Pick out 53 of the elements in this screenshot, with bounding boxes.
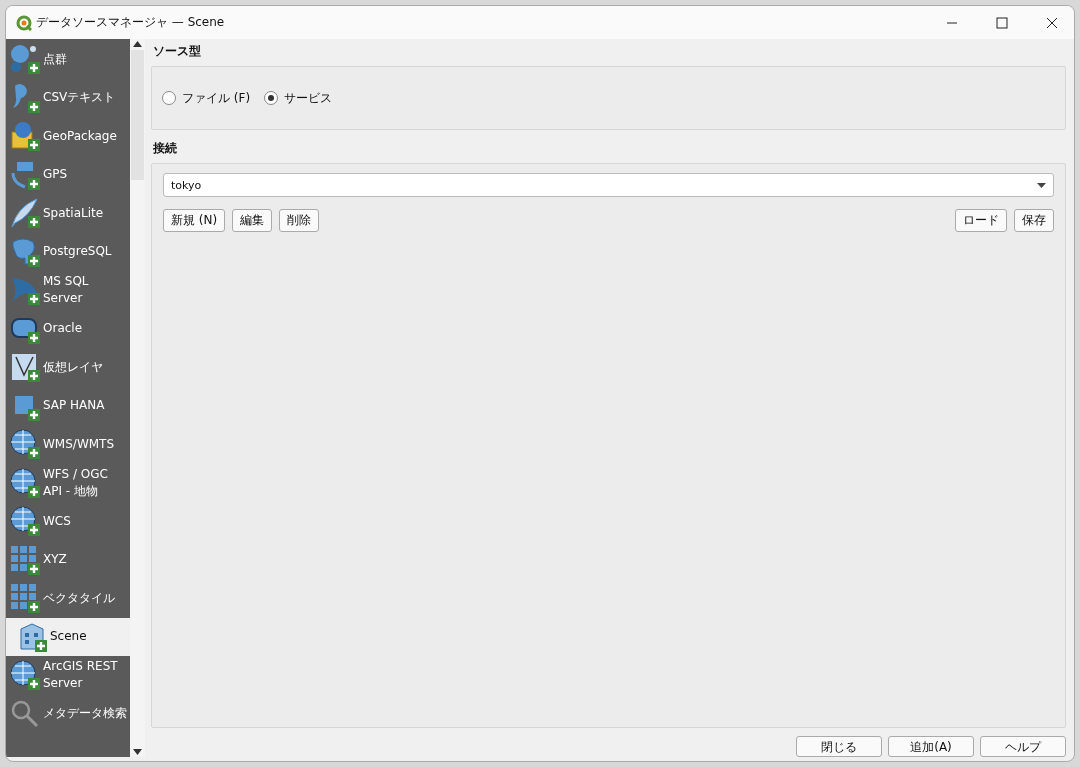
data-source-icon xyxy=(9,505,41,538)
sidebar-item[interactable]: Scene xyxy=(6,617,130,656)
data-source-icon xyxy=(9,351,41,384)
connection-dropdown[interactable]: tokyo xyxy=(163,173,1054,197)
radio-button[interactable]: サービス xyxy=(264,89,333,107)
close-icon[interactable] xyxy=(1046,16,1058,29)
sidebar-item[interactable]: 仮想レイヤ xyxy=(6,348,130,387)
sidebar-item[interactable]: メタデータ検索 xyxy=(6,694,130,733)
dialog-button[interactable]: 閉じる xyxy=(796,736,882,757)
sidebar-item[interactable]: PostgreSQL xyxy=(6,232,130,271)
data-source-icon xyxy=(9,235,41,268)
sidebar-item[interactable]: WFS / OGC API - 地物 xyxy=(6,463,130,502)
data-source-icon xyxy=(9,543,41,576)
sidebar-item[interactable]: MS SQL Server xyxy=(6,271,130,310)
data-source-icon xyxy=(9,466,41,499)
sidebar-item[interactable]: XYZ xyxy=(6,540,130,579)
sidebar-item[interactable]: 点群 xyxy=(6,40,130,79)
group-title: 接続 xyxy=(152,140,178,157)
connection-button[interactable]: 編集 xyxy=(232,209,273,232)
scrollbar[interactable] xyxy=(130,39,145,757)
scrollbar-thumb[interactable] xyxy=(131,50,144,180)
sidebar-item[interactable]: ArcGIS REST Server xyxy=(6,656,130,695)
dialog-button[interactable]: ヘルプ xyxy=(980,736,1066,757)
connection-button[interactable]: 新規 (N) xyxy=(163,209,226,232)
connection-button[interactable]: 削除 xyxy=(279,209,320,232)
data-source-icon xyxy=(9,428,41,461)
data-source-icon xyxy=(9,582,41,615)
radio-circle[interactable] xyxy=(264,91,279,105)
data-source-icon xyxy=(9,120,41,153)
data-source-icon xyxy=(9,197,41,230)
sidebar-item[interactable]: WMS/WMTS xyxy=(6,425,130,464)
scroll-up-icon[interactable] xyxy=(133,41,142,47)
sidebar-item[interactable]: SAP HANA xyxy=(6,386,130,425)
connection-button[interactable]: ロード xyxy=(955,209,1007,232)
dialog-button[interactable]: 追加(A) xyxy=(888,736,974,757)
scroll-down-icon[interactable] xyxy=(133,749,142,755)
app-logo-icon xyxy=(16,14,32,31)
sidebar-item[interactable]: SpatiaLite xyxy=(6,194,130,233)
sidebar-item[interactable]: Oracle xyxy=(6,309,130,348)
connection-button[interactable]: 保存 xyxy=(1014,209,1054,232)
sidebar-item[interactable]: CSVテキスト xyxy=(6,78,130,117)
maximize-icon[interactable] xyxy=(996,16,1008,29)
data-source-icon xyxy=(9,659,41,692)
window-title: データソースマネージャ — Scene xyxy=(36,14,225,31)
sidebar-item[interactable]: WCS xyxy=(6,502,130,541)
group-title: ソース型 xyxy=(152,43,202,60)
sidebar-item[interactable]: ベクタタイル xyxy=(6,579,130,618)
data-source-icon xyxy=(9,43,41,76)
radio-button[interactable]: ファイル (F) xyxy=(162,89,251,107)
sidebar-item[interactable]: GPS xyxy=(6,155,130,194)
radio-circle[interactable] xyxy=(162,91,176,105)
sidebar-item[interactable]: GeoPackage xyxy=(6,117,130,156)
dropdown-caret-icon xyxy=(1037,182,1046,188)
